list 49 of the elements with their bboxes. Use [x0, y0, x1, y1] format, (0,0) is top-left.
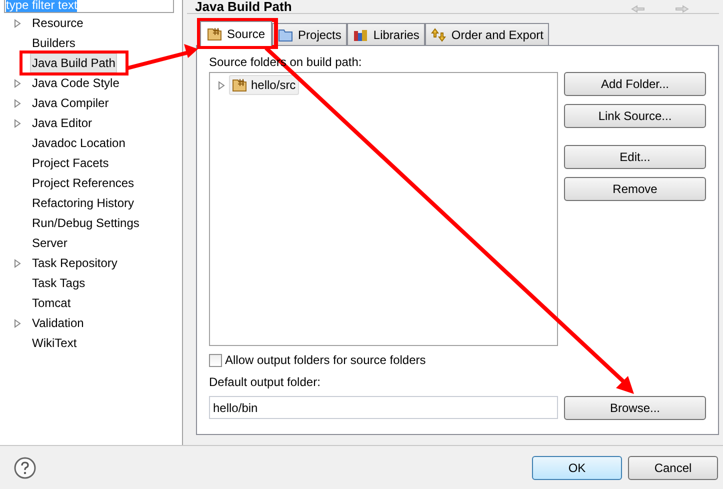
- books-icon: [353, 28, 370, 42]
- tree-item[interactable]: Tomcat: [30, 293, 73, 313]
- checkbox-label: Allow output folders for source folders: [225, 352, 426, 369]
- tab[interactable]: Libraries: [347, 23, 426, 45]
- tree-item[interactable]: Task Tags: [30, 273, 88, 293]
- tab[interactable]: Source: [200, 21, 272, 46]
- tree-item[interactable]: Builders: [30, 33, 78, 53]
- action-button[interactable]: Edit...: [564, 145, 706, 169]
- tab[interactable]: Order and Export: [425, 23, 550, 45]
- expand-arrow-icon[interactable]: [14, 98, 20, 108]
- tree-item[interactable]: Validation: [30, 313, 86, 333]
- tree-item[interactable]: WikiText: [30, 333, 79, 353]
- tree-item[interactable]: Java Build Path: [30, 53, 118, 73]
- output-folder-field[interactable]: hello/bin: [209, 396, 558, 419]
- up-down-arrows-icon: [431, 28, 448, 42]
- tree-item[interactable]: Refactoring History: [30, 193, 136, 213]
- tree-item[interactable]: Javadoc Location: [30, 133, 128, 153]
- expand-arrow-icon[interactable]: [218, 80, 225, 90]
- action-button[interactable]: Remove: [564, 177, 706, 201]
- package-folder-icon: [207, 27, 223, 41]
- dialog-button[interactable]: OK: [532, 456, 622, 480]
- tree-item[interactable]: Java Compiler: [30, 93, 111, 113]
- package-folder-icon: [232, 78, 248, 92]
- tree-item[interactable]: Project Facets: [30, 153, 111, 173]
- expand-arrow-icon[interactable]: [14, 318, 20, 328]
- tree-item[interactable]: Task Repository: [30, 253, 120, 273]
- expand-arrow-icon[interactable]: [14, 78, 20, 88]
- tree-item[interactable]: hello/src: [229, 75, 299, 95]
- browse-button[interactable]: Browse...: [564, 396, 706, 420]
- action-button[interactable]: Link Source...: [564, 104, 706, 128]
- tree-item[interactable]: Server: [30, 233, 70, 253]
- field-label: Default output folder:: [209, 374, 322, 390]
- action-button[interactable]: Add Folder...: [564, 72, 706, 96]
- annotation-arrow: [128, 44, 198, 70]
- help-icon[interactable]: [14, 456, 36, 478]
- tree-item[interactable]: Java Code Style: [30, 73, 122, 93]
- tab[interactable]: Projects: [272, 23, 348, 45]
- expand-arrow-icon[interactable]: [14, 258, 20, 268]
- dialog-button[interactable]: Cancel: [628, 456, 718, 480]
- expand-arrow-icon[interactable]: [14, 18, 20, 28]
- tree-item[interactable]: Resource: [30, 13, 86, 33]
- folder-icon: [278, 28, 294, 42]
- expand-arrow-icon[interactable]: [14, 118, 20, 128]
- page-title: Java Build Path: [194, 0, 292, 13]
- tree-item[interactable]: Run/Debug Settings: [30, 213, 142, 233]
- tree-item[interactable]: Java Editor: [30, 113, 94, 133]
- source-folder-tree[interactable]: hello/src: [209, 72, 558, 346]
- checkbox[interactable]: [209, 354, 222, 366]
- tree-item[interactable]: Project References: [30, 173, 136, 193]
